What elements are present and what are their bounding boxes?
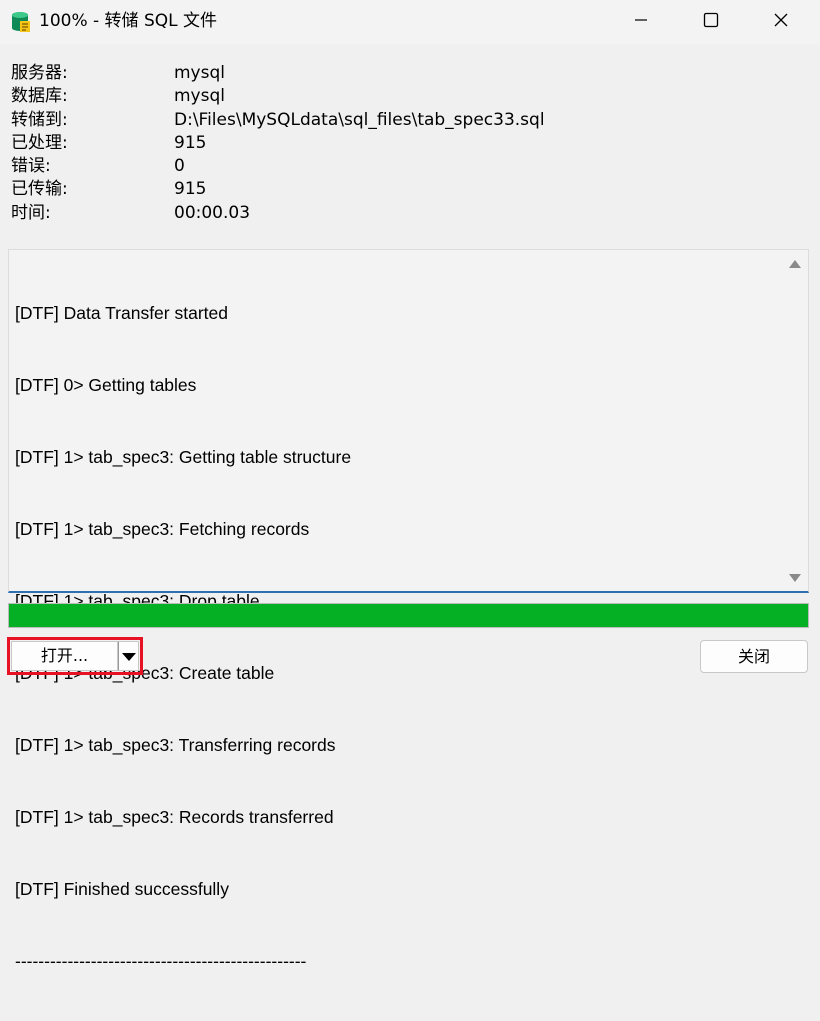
info-value: mysql [174, 86, 225, 107]
log-line: [DTF] Finished successfully [15, 879, 229, 899]
dump-sql-dialog: 100% - 转储 SQL 文件 服务器: mysql 数据库: mysql 转… [0, 0, 820, 971]
chevron-down-icon [122, 653, 136, 661]
log-line: [DTF] 0> Getting tables [15, 375, 197, 395]
database-export-icon [11, 11, 31, 33]
title-bar: 100% - 转储 SQL 文件 [0, 0, 820, 44]
log-scrollbar[interactable] [782, 250, 808, 590]
log-line: [DTF] 1> tab_spec3: Getting table struct… [15, 447, 352, 467]
close-window-button[interactable] [758, 0, 804, 44]
close-button[interactable]: 关闭 [700, 640, 808, 673]
log-line: [DTF] 1> tab_spec3: Records transferred [15, 807, 334, 827]
log-line: [DTF] Data Transfer started [15, 303, 228, 323]
info-value: D:\Files\MySQLdata\sql_files\tab_spec33.… [174, 109, 545, 130]
minimize-button[interactable] [618, 0, 664, 44]
info-label: 时间: [11, 202, 51, 223]
maximize-button[interactable] [688, 0, 734, 44]
close-icon [773, 12, 789, 32]
maximize-icon [703, 12, 719, 32]
progress-fill [9, 604, 808, 627]
info-label: 错误: [11, 156, 51, 177]
scroll-down-icon[interactable] [789, 574, 801, 582]
log-line: ----------------------------------------… [15, 951, 307, 971]
info-label: 转储到: [11, 109, 68, 130]
minimize-icon [633, 12, 649, 32]
log-line: [DTF] 1> tab_spec3: Fetching records [15, 519, 310, 539]
log-line: [DTF] 1> tab_spec3: Transferring records [15, 735, 336, 755]
log-output[interactable]: [DTF] Data Transfer started [DTF] 0> Get… [8, 249, 809, 971]
progress-bar [8, 603, 809, 628]
info-value: 00:00.03 [174, 202, 251, 223]
info-label: 服务器: [11, 63, 68, 83]
info-value: 915 [174, 179, 207, 200]
scroll-up-icon[interactable] [789, 260, 801, 268]
info-label: 已处理: [11, 132, 68, 153]
window-title: 100% - 转储 SQL 文件 [39, 11, 217, 31]
info-label: 已传输: [11, 179, 68, 200]
info-value: 915 [174, 132, 207, 153]
info-value: mysql [174, 63, 225, 83]
open-button[interactable]: 打开... [11, 641, 118, 671]
info-label: 数据库: [11, 86, 68, 107]
open-dropdown-button[interactable] [118, 641, 139, 671]
info-value: 0 [174, 156, 185, 177]
